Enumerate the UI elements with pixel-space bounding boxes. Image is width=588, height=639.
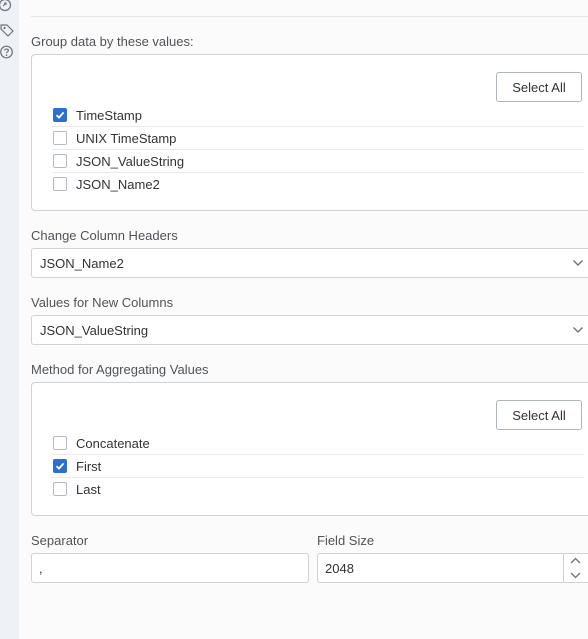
field-size-label: Field Size [317, 533, 375, 548]
run-icon[interactable] [0, 0, 14, 14]
separator-input[interactable] [31, 553, 309, 583]
checkbox-label: First [76, 459, 102, 474]
checkbox-label: TimeStamp [76, 108, 142, 123]
dropdown-value: JSON_ValueString [40, 323, 149, 338]
left-rail [0, 0, 19, 639]
aggregation-item-last[interactable]: Last [52, 478, 584, 501]
decrement-icon[interactable] [563, 568, 588, 582]
dropdown-value: JSON_Name2 [40, 256, 124, 271]
change-headers-label: Change Column Headers [31, 228, 178, 243]
checkbox-checked[interactable] [53, 108, 67, 122]
group-by-item-timestamp[interactable]: TimeStamp [52, 104, 584, 127]
aggregation-list: Select All Concatenate First Last [31, 382, 588, 516]
checkbox-unchecked[interactable] [53, 482, 67, 496]
change-headers-dropdown[interactable]: JSON_Name2 [31, 248, 588, 278]
group-by-select-all-button[interactable]: Select All [496, 72, 582, 102]
chevron-down-icon [573, 327, 583, 333]
new-values-label: Values for New Columns [31, 295, 174, 310]
tag-icon[interactable] [0, 23, 14, 37]
chevron-down-icon [573, 260, 583, 266]
checkbox-label: Concatenate [76, 436, 150, 451]
checkbox-label: JSON_Name2 [76, 177, 160, 192]
checkbox-checked[interactable] [53, 459, 67, 473]
aggregation-select-all-button[interactable]: Select All [496, 400, 582, 430]
help-icon[interactable] [0, 45, 14, 59]
aggregation-label: Method for Aggregating Values [31, 362, 209, 377]
separator-label: Separator [31, 533, 89, 548]
increment-icon[interactable] [563, 554, 588, 568]
group-by-item-json-name2[interactable]: JSON_Name2 [52, 173, 584, 196]
checkmark-icon [55, 462, 65, 470]
aggregation-item-first[interactable]: First [52, 455, 584, 478]
group-by-list: Select All TimeStamp UNIX TimeStamp JSON… [31, 54, 588, 211]
group-by-label: Group data by these values: [31, 34, 194, 49]
new-values-dropdown[interactable]: JSON_ValueString [31, 315, 588, 345]
checkbox-label: UNIX TimeStamp [76, 131, 177, 146]
checkbox-unchecked[interactable] [53, 177, 67, 191]
aggregation-item-concatenate[interactable]: Concatenate [52, 432, 584, 455]
checkbox-unchecked[interactable] [53, 131, 67, 145]
checkbox-label: JSON_ValueString [76, 154, 185, 169]
field-size-stepper[interactable] [563, 554, 588, 582]
field-size-input[interactable] [317, 553, 588, 583]
checkmark-icon [55, 111, 65, 119]
checkbox-unchecked[interactable] [53, 154, 67, 168]
group-by-item-json-valuestring[interactable]: JSON_ValueString [52, 150, 584, 173]
checkbox-label: Last [76, 482, 101, 497]
divider [31, 16, 588, 17]
group-by-item-unix-timestamp[interactable]: UNIX TimeStamp [52, 127, 584, 150]
checkbox-unchecked[interactable] [53, 436, 67, 450]
